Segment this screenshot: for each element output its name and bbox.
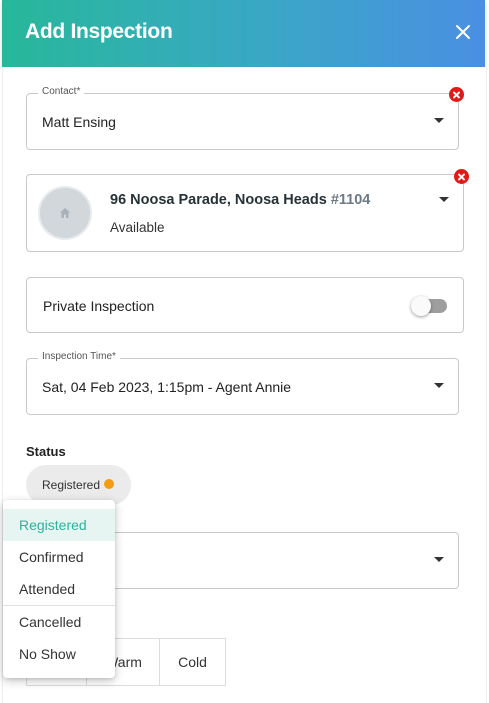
property-address: 96 Noosa Parade, Noosa Heads #1104 (110, 192, 370, 208)
dialog-title: Add Inspection (25, 20, 173, 43)
private-inspection-label: Private Inspection (43, 298, 155, 314)
dialog-header: Add Inspection (2, 0, 485, 67)
private-inspection-row: Private Inspection (26, 277, 464, 333)
contact-select[interactable]: Contact* Matt Ensing (26, 86, 459, 150)
status-option-label: Confirmed (19, 549, 84, 565)
property-id: #1104 (330, 192, 371, 208)
property-status: Available (110, 220, 165, 235)
status-chip[interactable]: Registered (26, 465, 131, 505)
property-address-text: 96 Noosa Parade, Noosa Heads (110, 192, 327, 208)
contact-value: Matt Ensing (42, 114, 116, 130)
status-option-attended[interactable]: Attended (3, 573, 115, 605)
status-option-label: No Show (19, 646, 76, 662)
status-option-confirmed[interactable]: Confirmed (3, 541, 115, 573)
home-icon (60, 208, 70, 218)
property-select[interactable]: 96 Noosa Parade, Noosa Heads #1104 Avail… (26, 174, 464, 252)
chevron-down-icon (434, 383, 444, 388)
status-option-label: Registered (19, 517, 87, 533)
toggle-knob (411, 296, 431, 316)
status-chip-label: Registered (42, 478, 101, 492)
clear-property-icon[interactable] (454, 169, 469, 184)
status-option-registered[interactable]: Registered (3, 509, 115, 541)
close-icon[interactable] (453, 22, 473, 42)
status-option-cancelled[interactable]: Cancelled (3, 606, 115, 638)
property-avatar (38, 186, 92, 240)
status-dot (104, 479, 114, 489)
status-menu: Registered Confirmed Attended Cancelled … (3, 500, 115, 678)
inspection-time-label: Inspection Time* (38, 351, 120, 362)
status-option-label: Cancelled (19, 614, 82, 630)
status-option-no-show[interactable]: No Show (3, 638, 115, 670)
chevron-down-icon (434, 557, 444, 562)
status-option-label: Attended (19, 581, 76, 597)
interest-option-cold[interactable]: Cold (159, 638, 226, 686)
chevron-down-icon (439, 197, 449, 202)
private-inspection-toggle[interactable] (411, 296, 447, 316)
status-heading: Status (26, 444, 66, 459)
interest-option-label: Cold (178, 654, 207, 670)
inspection-time-select[interactable]: Inspection Time* Sat, 04 Feb 2023, 1:15p… (26, 351, 459, 415)
clear-contact-icon[interactable] (449, 87, 464, 102)
inspection-time-value: Sat, 04 Feb 2023, 1:15pm - Agent Annie (42, 379, 292, 395)
chevron-down-icon (434, 118, 444, 123)
contact-label: Contact* (38, 86, 85, 97)
